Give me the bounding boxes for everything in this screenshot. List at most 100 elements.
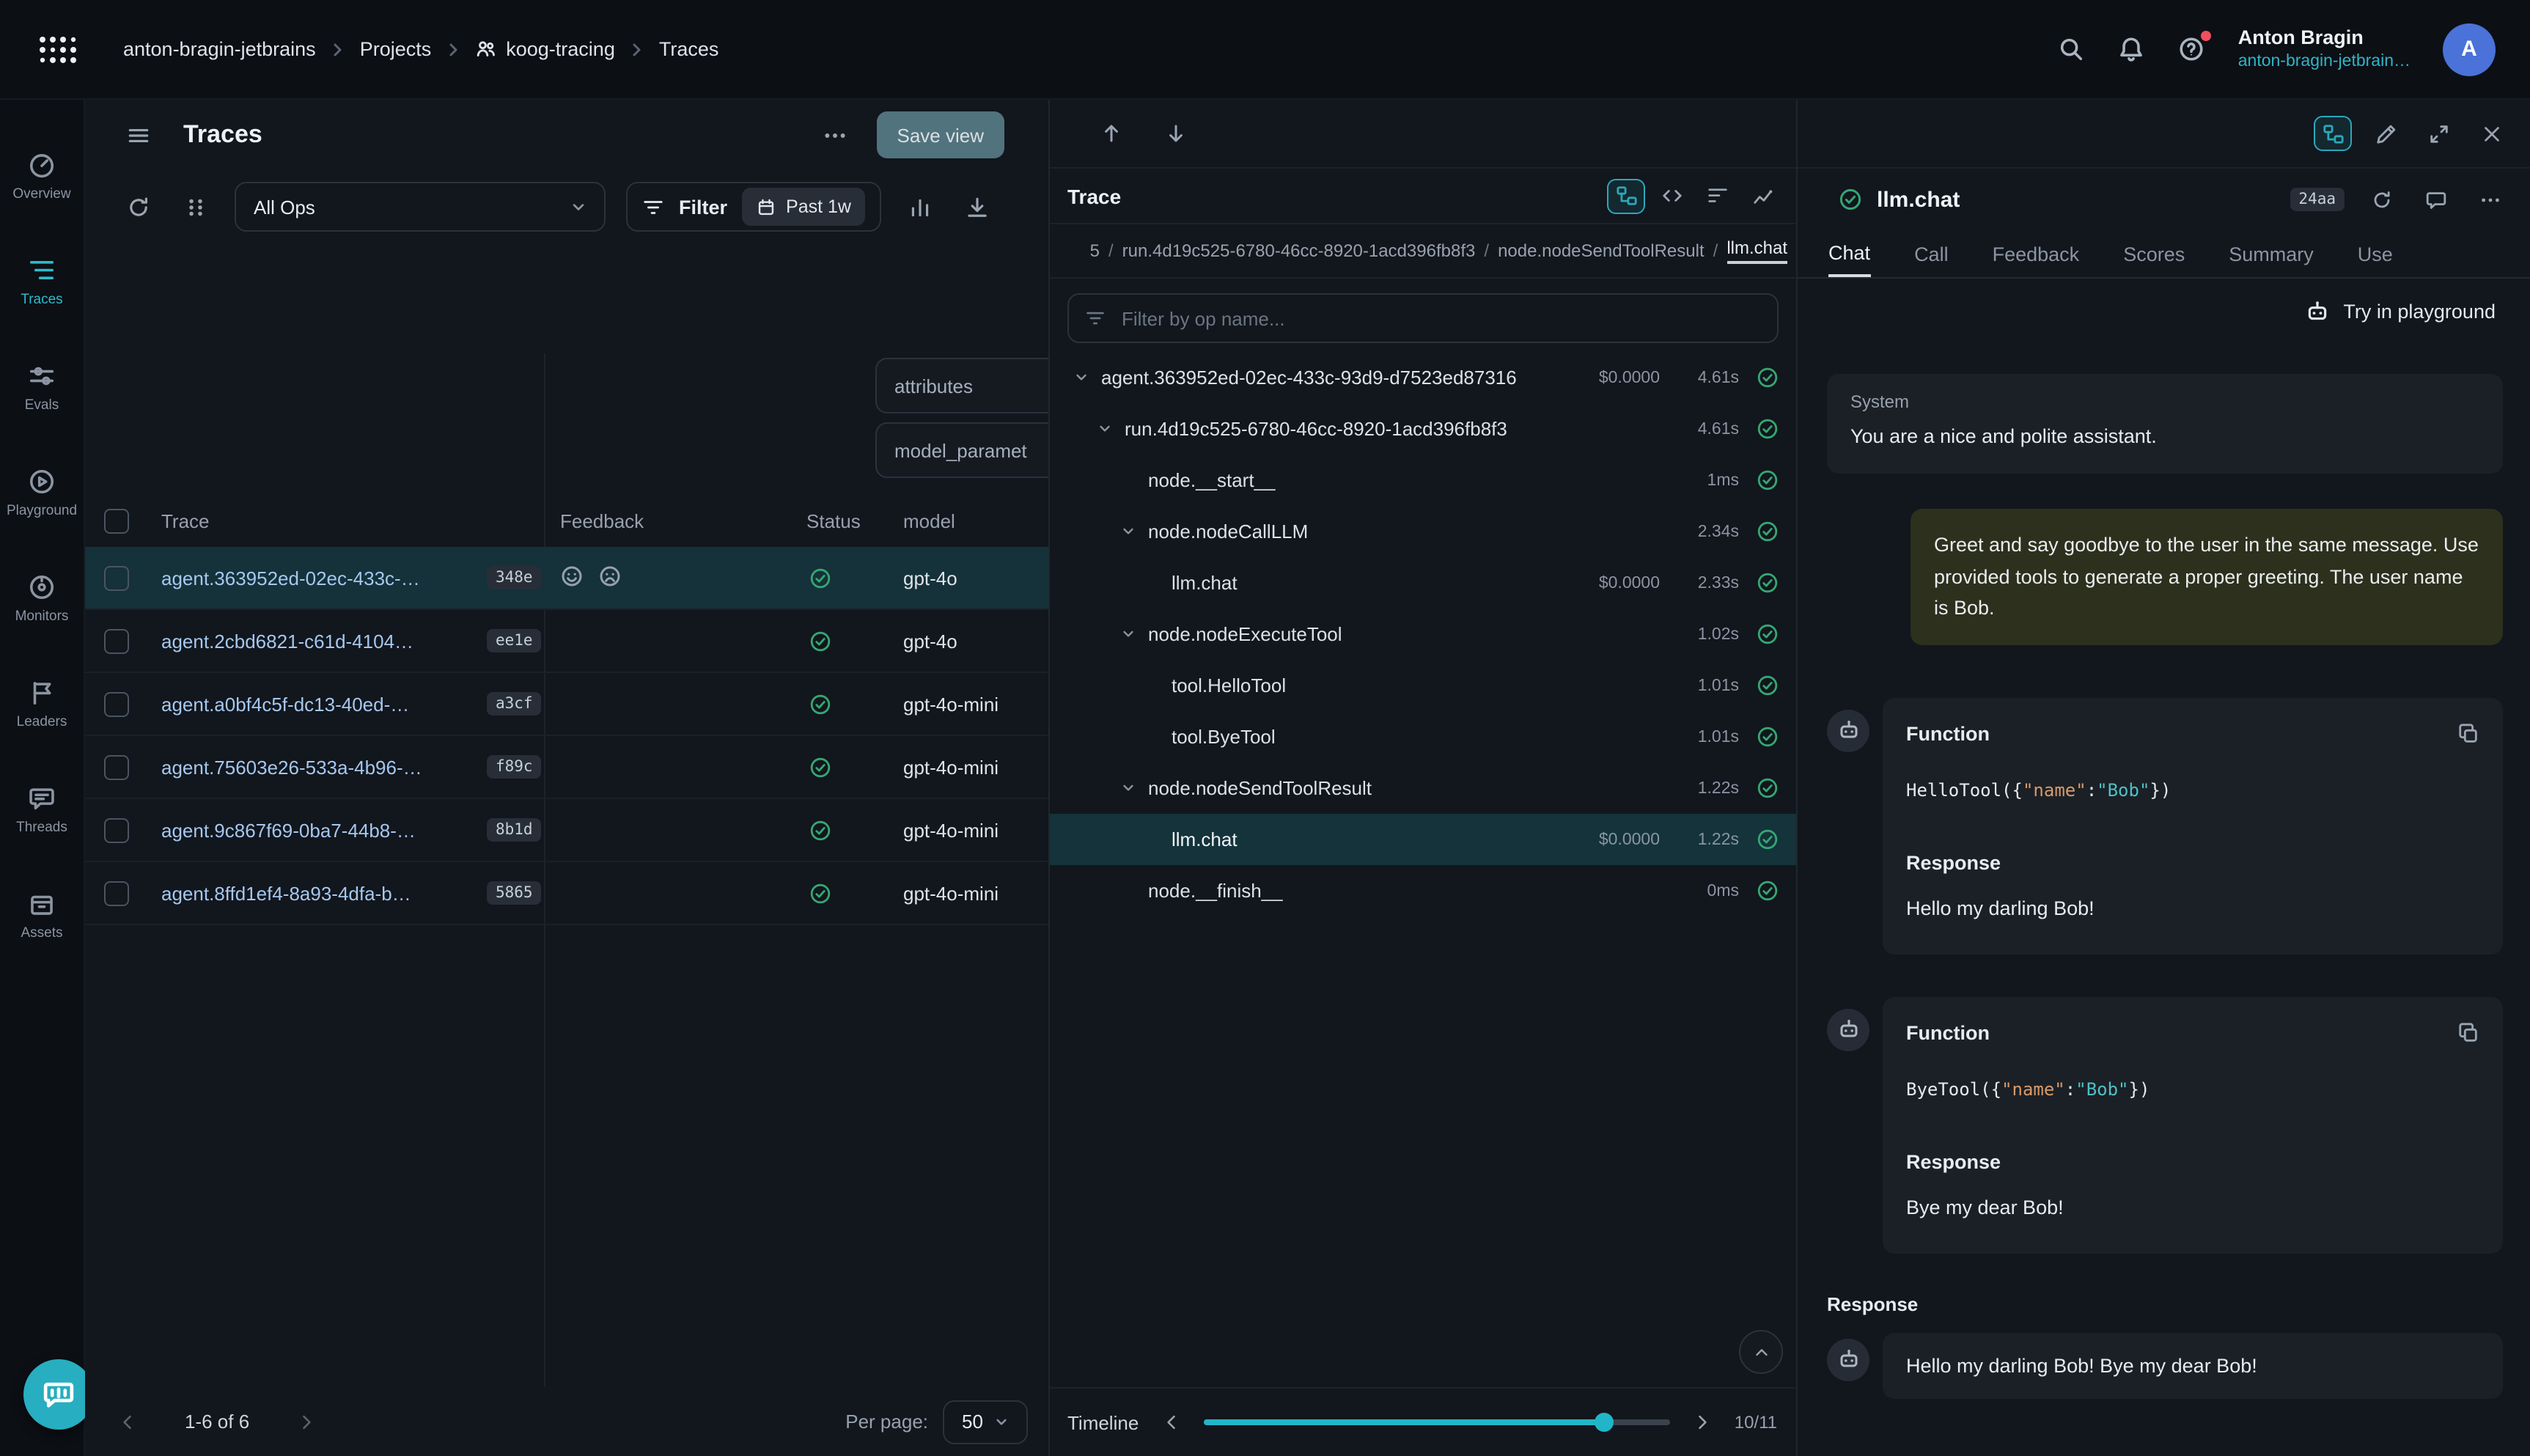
prev-page-icon[interactable] (114, 1408, 141, 1435)
per-page-select[interactable]: 50 (943, 1400, 1028, 1444)
refresh-icon[interactable] (120, 188, 157, 225)
chevron-down-icon[interactable] (1120, 626, 1144, 642)
tree-node-row[interactable]: run.4d19c525-6780-46cc-8920-1acd396fb8f3… (1050, 403, 1796, 455)
timeline-prev-icon[interactable] (1158, 1409, 1184, 1435)
column-chip-attributes[interactable]: attributes (875, 358, 1050, 413)
table-row[interactable]: agent.8ffd1ef4-8a93-4dfa-b… 5865 gpt-4o-… (85, 862, 1048, 925)
row-checkbox[interactable] (104, 817, 129, 842)
tree-node-row[interactable]: tool.HelloTool 1.01s (1050, 660, 1796, 711)
tree-node-row[interactable]: tool.ByeTool 1.01s (1050, 711, 1796, 762)
row-checkbox[interactable] (104, 565, 129, 590)
save-view-button[interactable]: Save view (877, 111, 1005, 158)
op-filter-input[interactable] (1119, 306, 1761, 331)
sidebar-item-monitors[interactable]: Monitors (1, 545, 83, 651)
row-checkbox[interactable] (104, 628, 129, 653)
column-header-feedback[interactable]: Feedback (537, 510, 789, 532)
tree-node-row[interactable]: node.__start__ 1ms (1050, 455, 1796, 506)
tree-node-row[interactable]: node.nodeExecuteTool 1.02s (1050, 608, 1796, 660)
tab-call[interactable]: Call (1914, 230, 1949, 277)
app-logo[interactable] (35, 30, 79, 68)
next-trace-icon[interactable] (1158, 116, 1194, 151)
table-row[interactable]: agent.9c867f69-0ba7-44b8-… 8b1d gpt-4o-m… (85, 799, 1048, 862)
trace-link[interactable]: agent.a0bf4c5f-dc13-40ed-… (161, 693, 472, 715)
row-checkbox[interactable] (104, 880, 129, 905)
expand-fullscreen-icon[interactable] (2419, 116, 2457, 151)
close-icon[interactable] (2472, 116, 2510, 151)
avatar[interactable]: A (2443, 23, 2496, 76)
trace-link[interactable]: agent.75603e26-533a-4b96-… (161, 756, 472, 778)
breadcrumb-projects[interactable]: Projects (360, 38, 432, 60)
export-download-icon[interactable] (960, 188, 996, 225)
table-row[interactable]: agent.a0bf4c5f-dc13-40ed-… a3cf gpt-4o-m… (85, 673, 1048, 736)
span-crumb-active[interactable]: llm.chat (1726, 238, 1787, 264)
select-all-checkbox[interactable] (104, 509, 129, 534)
tree-node-row[interactable]: llm.chat $0.0000 2.33s (1050, 557, 1796, 608)
breadcrumb-page[interactable]: Traces (659, 38, 719, 60)
more-options-icon[interactable] (2474, 183, 2507, 216)
sidebar-item-threads[interactable]: Threads (1, 757, 83, 862)
help-icon[interactable] (2178, 35, 2206, 63)
tree-node-row[interactable]: agent.363952ed-02ec-433c-93d9-d7523ed873… (1050, 352, 1796, 403)
intercom-chat-button[interactable] (23, 1359, 94, 1430)
time-range-chip[interactable]: Past 1w (742, 188, 866, 226)
sidebar-item-overview[interactable]: Overview (1, 123, 83, 229)
column-header-status[interactable]: Status (789, 510, 891, 532)
tree-node-row[interactable]: node.nodeSendToolResult 1.22s (1050, 762, 1796, 814)
search-icon[interactable] (2058, 35, 2086, 63)
breadcrumb-org[interactable]: anton-bragin-jetbrains (123, 38, 316, 60)
try-in-playground-button[interactable]: Try in playground (1798, 279, 2530, 343)
tab-scores[interactable]: Scores (2123, 230, 2185, 277)
flame-graph-icon[interactable] (1698, 178, 1736, 213)
tab-usage[interactable]: Use (2358, 230, 2393, 277)
chevron-down-icon[interactable] (1073, 369, 1097, 386)
columns-icon[interactable] (177, 188, 214, 225)
collapse-sidebar-icon[interactable] (120, 117, 157, 153)
copy-icon[interactable] (2457, 722, 2479, 744)
panel-layout-icon[interactable] (2314, 116, 2352, 151)
span-crumb-node[interactable]: node.nodeSendToolResult (1498, 240, 1705, 261)
table-row[interactable]: agent.75603e26-533a-4b96-… f89c gpt-4o-m… (85, 736, 1048, 799)
tab-feedback[interactable]: Feedback (1993, 230, 2080, 277)
chevron-down-icon[interactable] (1120, 780, 1144, 796)
trace-link[interactable]: agent.363952ed-02ec-433c-… (161, 567, 472, 589)
more-options-icon[interactable] (817, 117, 853, 153)
chevron-down-icon[interactable] (1120, 523, 1144, 540)
graph-view-icon[interactable] (1743, 178, 1781, 213)
table-row[interactable]: agent.363952ed-02ec-433c-… 348e gpt-4o (85, 547, 1048, 610)
timeline-next-icon[interactable] (1689, 1409, 1716, 1435)
retry-icon[interactable] (2365, 183, 2399, 216)
row-checkbox[interactable] (104, 754, 129, 779)
comment-icon[interactable] (2419, 183, 2453, 216)
edit-pencil-icon[interactable] (2367, 116, 2405, 151)
span-crumb-fragment[interactable]: 5 (1090, 240, 1100, 261)
next-page-icon[interactable] (293, 1408, 320, 1435)
trace-link[interactable]: agent.2cbd6821-c61d-4104… (161, 630, 472, 652)
feedback-negative-icon[interactable] (598, 564, 622, 592)
sidebar-item-leaders[interactable]: Leaders (1, 651, 83, 757)
table-row[interactable]: agent.2cbd6821-c61d-4104… ee1e gpt-4o (85, 610, 1048, 673)
code-view-icon[interactable] (1652, 178, 1691, 213)
prev-trace-icon[interactable] (1094, 116, 1129, 151)
timeline-slider-handle[interactable] (1595, 1413, 1614, 1432)
chevron-down-icon[interactable] (1097, 421, 1120, 437)
row-checkbox[interactable] (104, 691, 129, 716)
notifications-bell-icon[interactable] (2118, 35, 2146, 63)
tab-chat[interactable]: Chat (1828, 230, 1870, 277)
sidebar-item-assets[interactable]: Assets (1, 862, 83, 968)
column-chip-model-parameters[interactable]: model_paramet (875, 422, 1050, 478)
tree-node-row[interactable]: node.nodeCallLLM 2.34s (1050, 506, 1796, 557)
trace-link[interactable]: agent.8ffd1ef4-8a93-4dfa-b… (161, 882, 472, 904)
filter-button[interactable]: Filter Past 1w (626, 182, 882, 232)
user-menu[interactable]: Anton Bragin anton-bragin-jetbrain… (2238, 26, 2411, 73)
span-crumb-run[interactable]: run.4d19c525-6780-46cc-8920-1acd396fb8f3 (1122, 240, 1476, 261)
tree-node-row[interactable]: node.__finish__ 0ms (1050, 865, 1796, 916)
trace-link[interactable]: agent.9c867f69-0ba7-44b8-… (161, 819, 472, 841)
chart-view-icon[interactable] (902, 188, 939, 225)
sidebar-item-traces[interactable]: Traces (1, 229, 83, 334)
tree-view-icon[interactable] (1607, 178, 1645, 213)
copy-icon[interactable] (2457, 1021, 2479, 1043)
column-header-model[interactable]: model (891, 510, 1048, 532)
sidebar-item-evals[interactable]: Evals (1, 334, 83, 440)
ops-filter-select[interactable]: All Ops (235, 182, 606, 232)
timeline-slider[interactable] (1203, 1419, 1669, 1425)
